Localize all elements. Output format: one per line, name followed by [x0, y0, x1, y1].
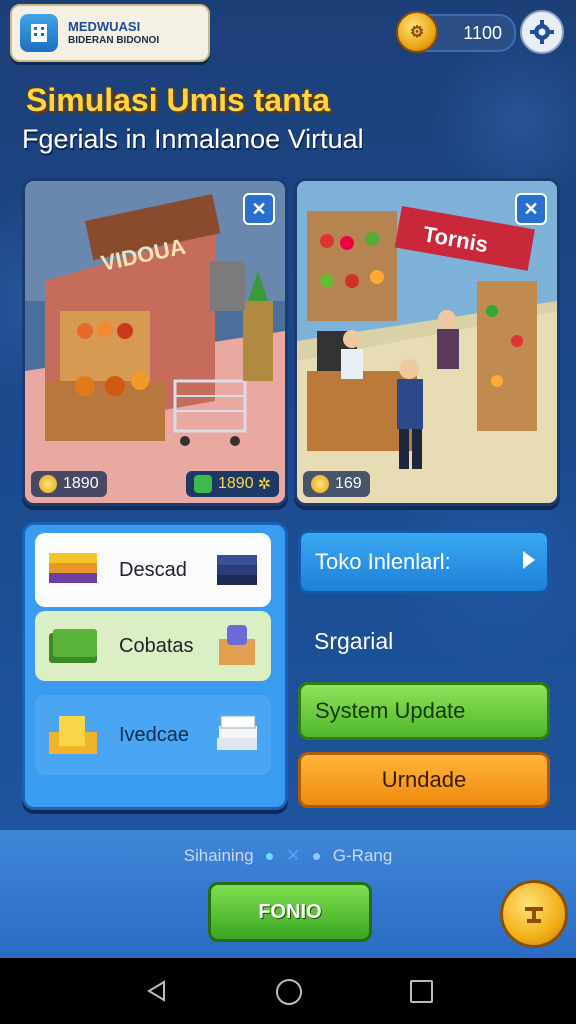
store-scene-image: Tornis: [297, 181, 557, 503]
store-stat-left-2: 1890 ✲: [186, 471, 279, 497]
inventory-item[interactable]: Descad: [35, 533, 271, 607]
paper-stack-icon: [217, 715, 257, 750]
inventory-item[interactable]: Cobatas: [35, 611, 271, 681]
section-label: Srgarial: [314, 628, 394, 654]
main-action-button[interactable]: FONIO: [208, 882, 372, 942]
store-stat-value-2: 1890: [218, 475, 254, 492]
close-icon[interactable]: ✕: [515, 193, 547, 225]
store-stat-value: 169: [335, 475, 362, 492]
home-icon[interactable]: [276, 979, 302, 1005]
coin-icon: ⚙: [396, 11, 438, 53]
chevron-right-icon: [523, 551, 535, 569]
store-stat-right: 169: [303, 471, 370, 497]
inventory-label: Cobatas: [119, 634, 194, 657]
stack-icon: [49, 553, 97, 583]
pager-dot[interactable]: [313, 853, 321, 861]
page-subtitle: Fgerials in Inmalanoe Virtual: [22, 124, 364, 154]
toko-label: Toko Inlenlarl:: [315, 549, 451, 574]
android-nav-bar: [0, 958, 576, 1024]
page-title: Simulasi Umis tanta: [26, 82, 331, 118]
pager: Sihaining ✕ G-Rang: [0, 846, 576, 866]
store-scene-image: VIDOUA: [25, 181, 285, 503]
close-icon[interactable]: ✕: [243, 193, 275, 225]
inventory-panel: Descad Cobatas Ivedcae: [22, 522, 288, 810]
settings-button[interactable]: [520, 10, 564, 54]
pager-dot-active[interactable]: [266, 853, 274, 861]
app-logo-card[interactable]: MEDWUASI BIDERAN BIDONOI: [10, 4, 210, 62]
inventory-label: Descad: [119, 558, 187, 581]
coin-icon: [311, 475, 329, 493]
cash-stack-icon: [49, 629, 97, 663]
close-icon[interactable]: ✕: [286, 846, 300, 865]
cash-icon: [194, 475, 212, 493]
book-stack-icon: [217, 555, 257, 585]
coin-value: 1100: [463, 23, 502, 43]
pager-left-label[interactable]: Sihaining: [184, 846, 254, 865]
back-icon[interactable]: [146, 980, 168, 1002]
spark-icon: ✲: [257, 476, 271, 493]
gear-icon: [530, 20, 554, 44]
coin-icon: [525, 907, 543, 923]
recent-apps-icon[interactable]: [410, 980, 433, 1003]
update-button[interactable]: Urndade: [298, 752, 550, 808]
inventory-item[interactable]: Ivedcae: [35, 695, 271, 775]
store-card-right[interactable]: Tornis ✕ 169: [294, 178, 560, 506]
coin-action-button[interactable]: [500, 880, 568, 948]
toko-menu-button[interactable]: Toko Inlenlarl:: [298, 530, 550, 594]
coin-balance: ⚙ 1100: [396, 11, 516, 53]
logo-title: MEDWUASI: [68, 19, 141, 35]
coin-icon: [39, 475, 57, 493]
system-update-button[interactable]: System Update: [298, 682, 550, 740]
folder-icon: [49, 716, 97, 754]
box-icon: [219, 625, 255, 665]
store-stat-value: 1890: [63, 475, 99, 492]
building-icon: [20, 14, 58, 52]
logo-subtitle: BIDERAN BIDONOI: [68, 34, 160, 46]
pager-right-label[interactable]: G-Rang: [333, 846, 393, 865]
inventory-label: Ivedcae: [119, 723, 190, 746]
store-card-left[interactable]: VIDOUA ✕ 1890 1890 ✲: [22, 178, 288, 506]
store-stat-left: 1890: [31, 471, 107, 497]
